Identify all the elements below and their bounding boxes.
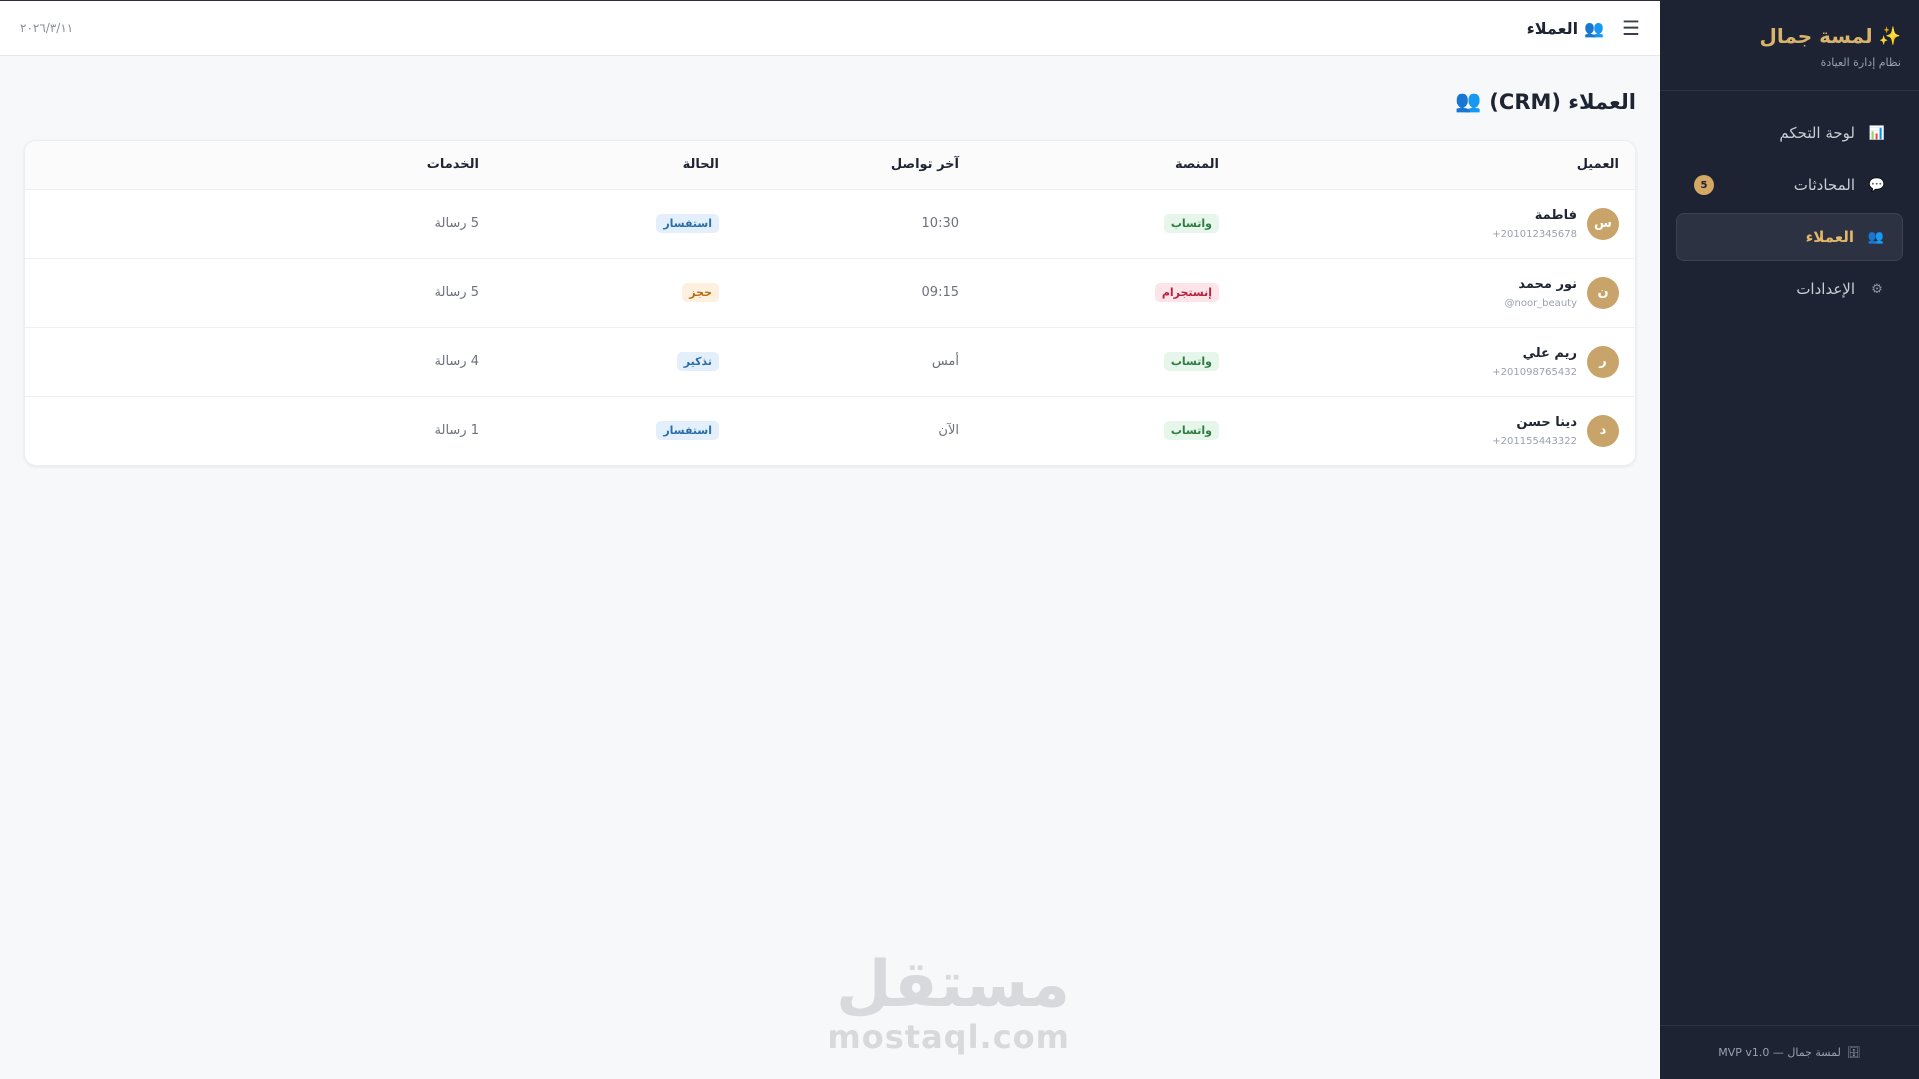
topbar-title-text: العملاء <box>1526 18 1579 38</box>
users-icon: 👥 <box>1867 229 1884 245</box>
client-name: دينا حسن <box>1516 414 1577 430</box>
platform-badge: واتساب <box>1163 352 1219 371</box>
client-cell: ن نور محمد @noor_beauty <box>1235 258 1635 328</box>
database-icon: 🗄 <box>1846 1046 1861 1059</box>
top-bar: ☰ 👥 العملاء ٢٠٢٦/٣/١١ <box>0 0 1660 56</box>
client-cell: د دينا حسن +201155443322 <box>1235 396 1635 465</box>
sidebar-item-label: العملاء <box>1805 228 1854 246</box>
services-cell: 4 رسالة <box>25 327 495 397</box>
client-contact: +201012345678 <box>1492 228 1577 240</box>
client-contact: +201155443322 <box>1492 435 1577 447</box>
last-contact-cell: 10:30 <box>735 189 975 259</box>
gear-icon: ⚙ <box>1871 281 1883 297</box>
topbar-title: 👥 العملاء <box>1527 19 1605 38</box>
platform-cell: واتساب <box>975 327 1235 397</box>
table-row[interactable]: ن نور محمد @noor_beauty إنستجرام 09:15 ح… <box>25 258 1635 328</box>
table-row[interactable]: د دينا حسن +201155443322 واتساب الآن است… <box>25 396 1635 465</box>
watermark-latin: mostaql.com <box>827 1018 1070 1056</box>
client-cell: س فاطمة +201012345678 <box>1235 189 1635 259</box>
brand-title: ✨ لمسة جمال <box>1678 24 1901 48</box>
clients-table-card: العميل المنصة آخر تواصل الحالة الخدمات س… <box>24 140 1636 466</box>
sidebar-nav: 📊 لوحة التحكم 💬 المحادثات 5 👥 العملاء ⚙ … <box>1660 91 1919 331</box>
client-text: نور محمد @noor_beauty <box>1505 277 1578 309</box>
clients-table: العميل المنصة آخر تواصل الحالة الخدمات س… <box>25 141 1635 465</box>
page-title-text: العملاء (CRM) <box>1489 89 1636 114</box>
hamburger-menu-icon[interactable]: ☰ <box>1622 16 1640 40</box>
table-row[interactable]: ر ريم علي +201098765432 واتساب أمس تذكير… <box>25 327 1635 397</box>
avatar: س <box>1587 207 1619 240</box>
column-header-last-contact[interactable]: آخر تواصل <box>735 141 975 190</box>
client-contact: +201098765432 <box>1492 366 1577 378</box>
version-label: لمسة جمال — MVP v1.0 <box>1718 1046 1841 1059</box>
sidebar-item-settings[interactable]: ⚙ الإعدادات <box>1676 265 1903 313</box>
services-cell: 1 رسالة <box>434 423 479 439</box>
watermark-arabic: مستقل <box>835 948 1070 1022</box>
users-icon: 👥 <box>1584 18 1605 38</box>
column-header-status[interactable]: الحالة <box>495 141 735 190</box>
client-name: نور محمد <box>1518 276 1577 292</box>
sidebar-item-clients[interactable]: 👥 العملاء <box>1676 213 1903 261</box>
platform-cell: واتساب <box>975 396 1235 465</box>
services-cell: 5 رسالة <box>25 258 495 328</box>
platform-cell: إنستجرام <box>975 258 1235 328</box>
avatar: ر <box>1587 345 1619 378</box>
avatar: ن <box>1587 276 1619 309</box>
sidebar-footer: 🗄 لمسة جمال — MVP v1.0 <box>1660 1025 1919 1079</box>
status-cell: حجز <box>495 258 735 328</box>
client-name: فاطمة <box>1534 207 1577 223</box>
column-header-client[interactable]: العميل <box>1235 141 1635 190</box>
brand-name: لمسة جمال <box>1759 24 1873 48</box>
sparkle-icon: ✨ <box>1878 25 1901 47</box>
brand: ✨ لمسة جمال نظام إدارة العيادة <box>1660 0 1919 91</box>
last-contact-cell: 09:15 <box>735 258 975 328</box>
sidebar-item-label: لوحة التحكم <box>1779 124 1855 142</box>
client-info: ن نور محمد @noor_beauty <box>1251 276 1619 309</box>
client-info: س فاطمة +201012345678 <box>1251 207 1619 240</box>
main-content: العملاء (CRM) 👥 العميل المنصة آخر تواصل … <box>0 57 1660 466</box>
column-header-services[interactable]: الخدمات <box>25 141 495 190</box>
platform-cell: واتساب <box>975 189 1235 259</box>
client-name: ريم علي <box>1522 345 1577 361</box>
current-date: ٢٠٢٦/٣/١١ <box>20 21 74 35</box>
status-badge: استفسار <box>656 421 719 441</box>
platform-badge: واتساب <box>1163 214 1219 233</box>
sidebar-item-dashboard[interactable]: 📊 لوحة التحكم <box>1676 109 1903 157</box>
watermark: مستقل mostaql.com <box>827 948 1070 1056</box>
status-badge: تذكير <box>676 352 719 371</box>
platform-badge: إنستجرام <box>1154 283 1219 302</box>
chart-icon: 📊 <box>1868 125 1885 141</box>
client-text: فاطمة +201012345678 <box>1492 208 1577 240</box>
status-cell: استفسار <box>495 396 735 465</box>
client-info: د دينا حسن +201155443322 <box>1251 414 1619 447</box>
table-row[interactable]: س فاطمة +201012345678 واتساب 10:30 استفس… <box>25 189 1635 259</box>
sidebar-item-conversations[interactable]: 💬 المحادثات 5 <box>1676 161 1903 209</box>
client-text: ريم علي +201098765432 <box>1492 346 1577 378</box>
status-badge: حجز <box>682 283 719 302</box>
last-contact-cell: الآن <box>938 423 959 439</box>
last-contact-cell: أمس <box>735 327 975 397</box>
avatar: د <box>1587 414 1619 447</box>
column-header-platform[interactable]: المنصة <box>975 141 1235 190</box>
page-title: العملاء (CRM) 👥 <box>24 89 1636 114</box>
status-badge: استفسار <box>656 214 719 233</box>
chat-icon: 💬 <box>1868 177 1885 193</box>
topbar-title-group: ☰ 👥 العملاء <box>1527 16 1640 40</box>
status-cell: تذكير <box>495 327 735 397</box>
client-cell: ر ريم علي +201098765432 <box>1235 327 1635 397</box>
client-text: دينا حسن +201155443322 <box>1492 415 1577 447</box>
client-contact: @noor_beauty <box>1504 297 1578 309</box>
services-cell: 5 رسالة <box>25 189 495 259</box>
sidebar: ✨ لمسة جمال نظام إدارة العيادة 📊 لوحة ال… <box>1660 0 1919 1079</box>
unread-badge: 5 <box>1694 175 1714 195</box>
sidebar-item-label: الإعدادات <box>1796 280 1855 298</box>
table-header-row: العميل المنصة آخر تواصل الحالة الخدمات <box>25 141 1635 190</box>
brand-subtitle: نظام إدارة العيادة <box>1820 56 1901 69</box>
client-info: ر ريم علي +201098765432 <box>1251 345 1619 378</box>
status-cell: استفسار <box>495 189 735 259</box>
users-icon: 👥 <box>1455 89 1482 113</box>
sidebar-item-label: المحادثات <box>1793 176 1855 194</box>
platform-badge: واتساب <box>1163 421 1219 441</box>
